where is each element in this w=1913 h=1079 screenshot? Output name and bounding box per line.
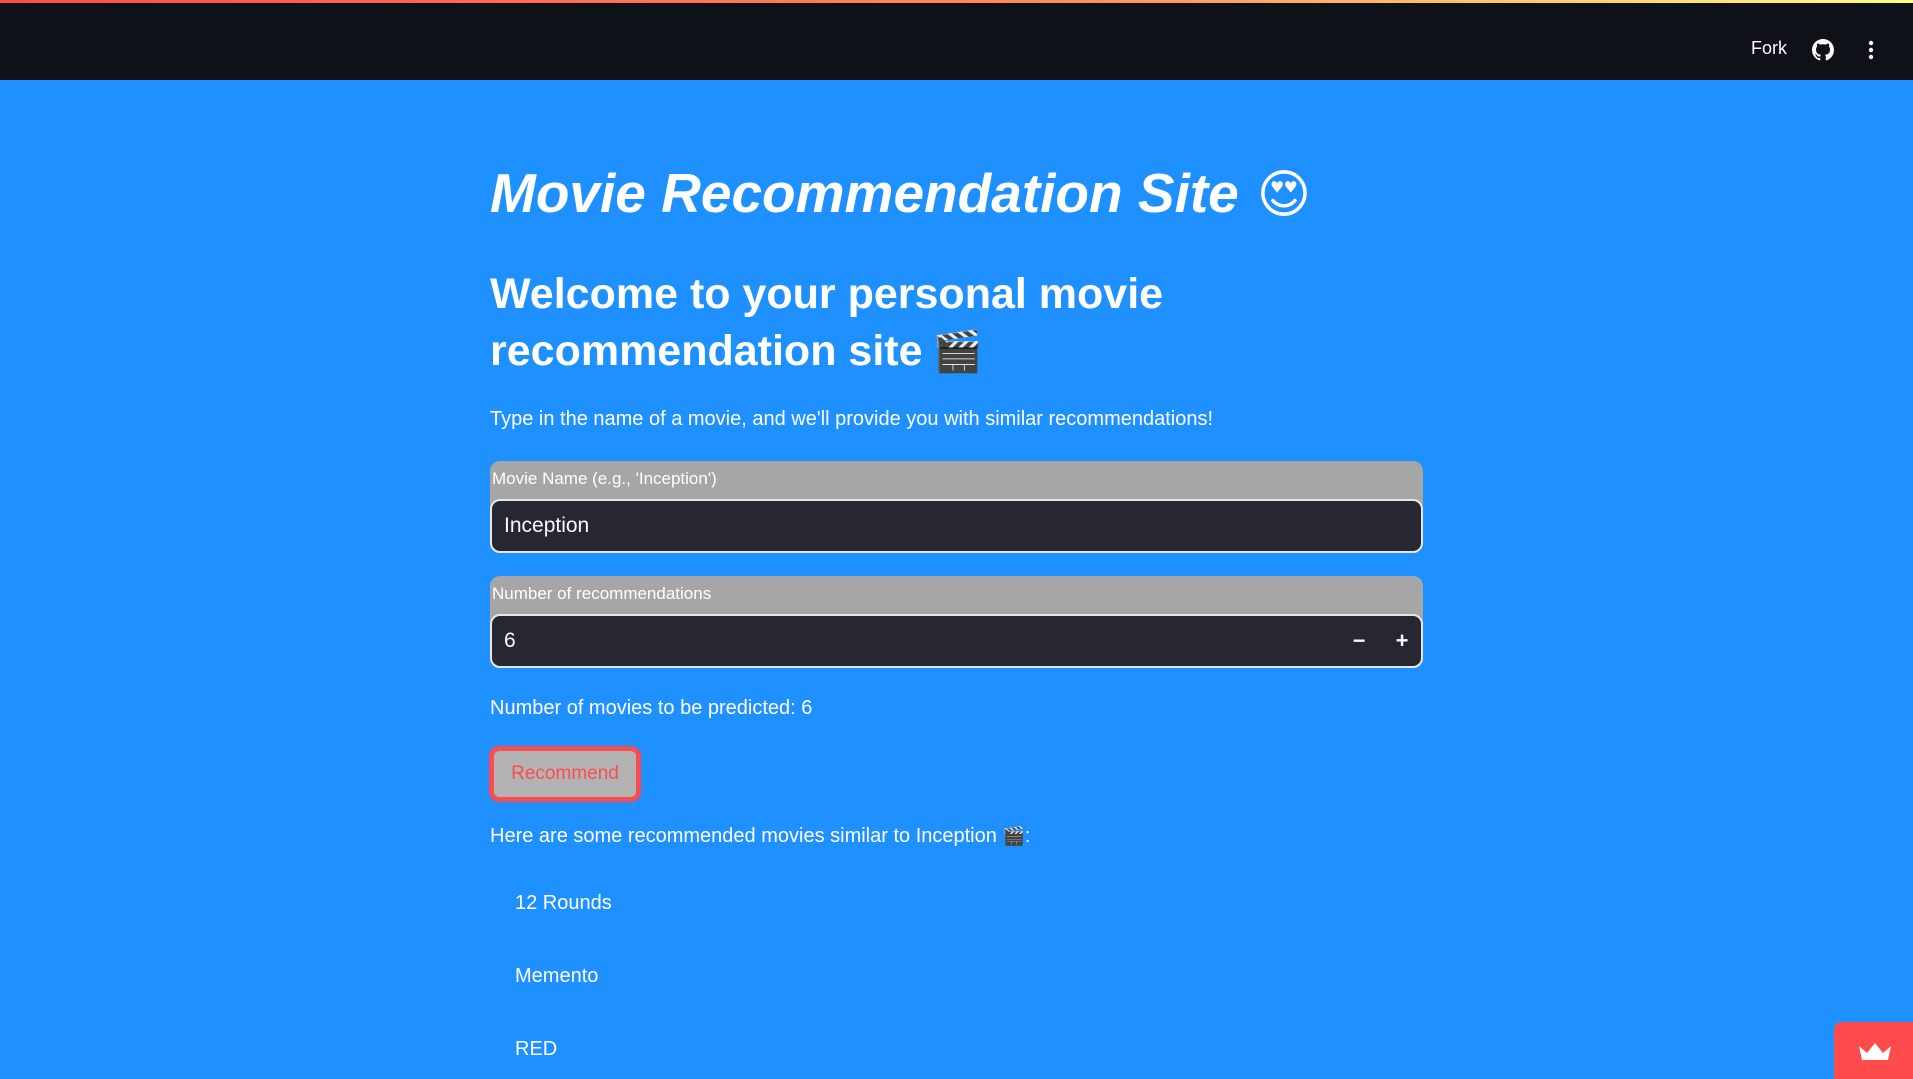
- main-content: Movie Recommendation Site 😍 Welcome to yo…: [490, 80, 1425, 1079]
- results-intro-colon: :: [1024, 825, 1031, 847]
- recommendation-count-input[interactable]: 6 − +: [490, 614, 1423, 668]
- movie-name-field: Movie Name (e.g., 'Inception') Inception: [490, 461, 1423, 553]
- github-icon[interactable]: [1812, 39, 1834, 61]
- result-item: RED: [515, 1038, 558, 1060]
- page-title-text: Movie Recommendation Site: [490, 162, 1239, 224]
- increment-button[interactable]: +: [1381, 616, 1423, 666]
- movie-name-label: Movie Name (e.g., 'Inception'): [492, 469, 717, 488]
- result-item: 12 Rounds: [515, 892, 612, 914]
- heart-eyes-emoji: 😍: [1256, 166, 1311, 224]
- recommendation-count-field: Number of recommendations 6 − +: [490, 576, 1423, 668]
- fork-button[interactable]: Fork: [1751, 38, 1787, 59]
- result-item: Memento: [515, 965, 599, 987]
- recommendation-count-value: 6: [504, 629, 516, 652]
- more-vert-icon[interactable]: [1860, 39, 1882, 61]
- page-subtitle: Welcome to your personal movie recommend…: [490, 266, 1250, 381]
- results-intro-text: Here are some recommended movies similar…: [490, 825, 997, 847]
- clapper-emoji-small: 🎬: [1002, 826, 1025, 846]
- streamlit-badge[interactable]: [1834, 1022, 1913, 1079]
- recommendation-count-label: Number of recommendations: [492, 584, 712, 603]
- recommend-button[interactable]: Recommend: [490, 747, 640, 801]
- crown-icon: [1859, 1043, 1891, 1060]
- intro-text: Type in the name of a movie, and we'll p…: [490, 408, 1214, 430]
- page-subtitle-text: Welcome to your personal movie recommend…: [490, 270, 1164, 375]
- movie-name-input[interactable]: Inception: [490, 499, 1423, 553]
- app-header: Fork: [0, 3, 1913, 80]
- predicted-count-text: Number of movies to be predicted: 6: [490, 697, 813, 719]
- page-title: Movie Recommendation Site 😍: [490, 158, 1311, 230]
- decrement-button[interactable]: −: [1338, 616, 1380, 666]
- results-intro: Here are some recommended movies similar…: [490, 825, 1030, 848]
- clapper-emoji: 🎬: [932, 330, 983, 374]
